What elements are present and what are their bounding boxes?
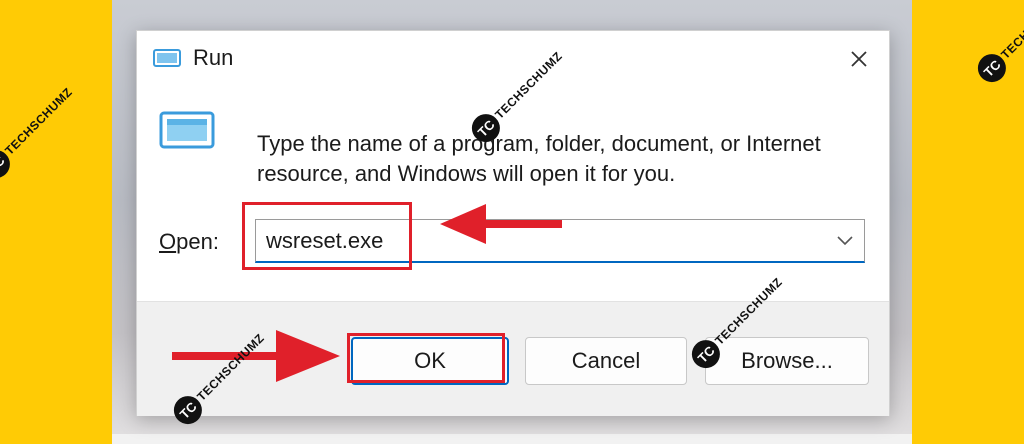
watermark-left: TC TECHSCHUMZ bbox=[0, 80, 80, 184]
open-label-accelerator: O bbox=[159, 229, 177, 254]
run-program-icon bbox=[159, 111, 215, 149]
browse-button[interactable]: Browse... bbox=[705, 337, 869, 385]
combobox-dropdown-button[interactable] bbox=[832, 228, 858, 254]
dialog-title: Run bbox=[193, 45, 234, 70]
open-label: Open: bbox=[159, 229, 219, 255]
close-button[interactable] bbox=[839, 39, 879, 79]
open-label-text: pen: bbox=[176, 229, 219, 254]
run-app-icon bbox=[153, 49, 181, 67]
watermark-text: TECHSCHUMZ bbox=[998, 0, 1024, 62]
watermark-badge: TC bbox=[0, 144, 16, 184]
dialog-description: Type the name of a program, folder, docu… bbox=[257, 131, 821, 186]
title-bar: Run bbox=[137, 31, 889, 89]
open-combobox[interactable] bbox=[255, 219, 865, 263]
chevron-down-icon bbox=[837, 236, 853, 246]
open-input[interactable] bbox=[266, 224, 826, 258]
close-icon bbox=[851, 51, 867, 67]
run-dialog: Run Type the name of a program, folder, … bbox=[136, 30, 890, 416]
watermark-right: TC TECHSCHUMZ bbox=[972, 0, 1024, 88]
cancel-button[interactable]: Cancel bbox=[525, 337, 687, 385]
desktop-strip bbox=[112, 434, 912, 444]
button-footer: OK Cancel Browse... bbox=[137, 301, 889, 416]
watermark-badge: TC bbox=[972, 48, 1012, 88]
watermark-text: TECHSCHUMZ bbox=[2, 84, 76, 158]
ok-button[interactable]: OK bbox=[351, 337, 509, 385]
